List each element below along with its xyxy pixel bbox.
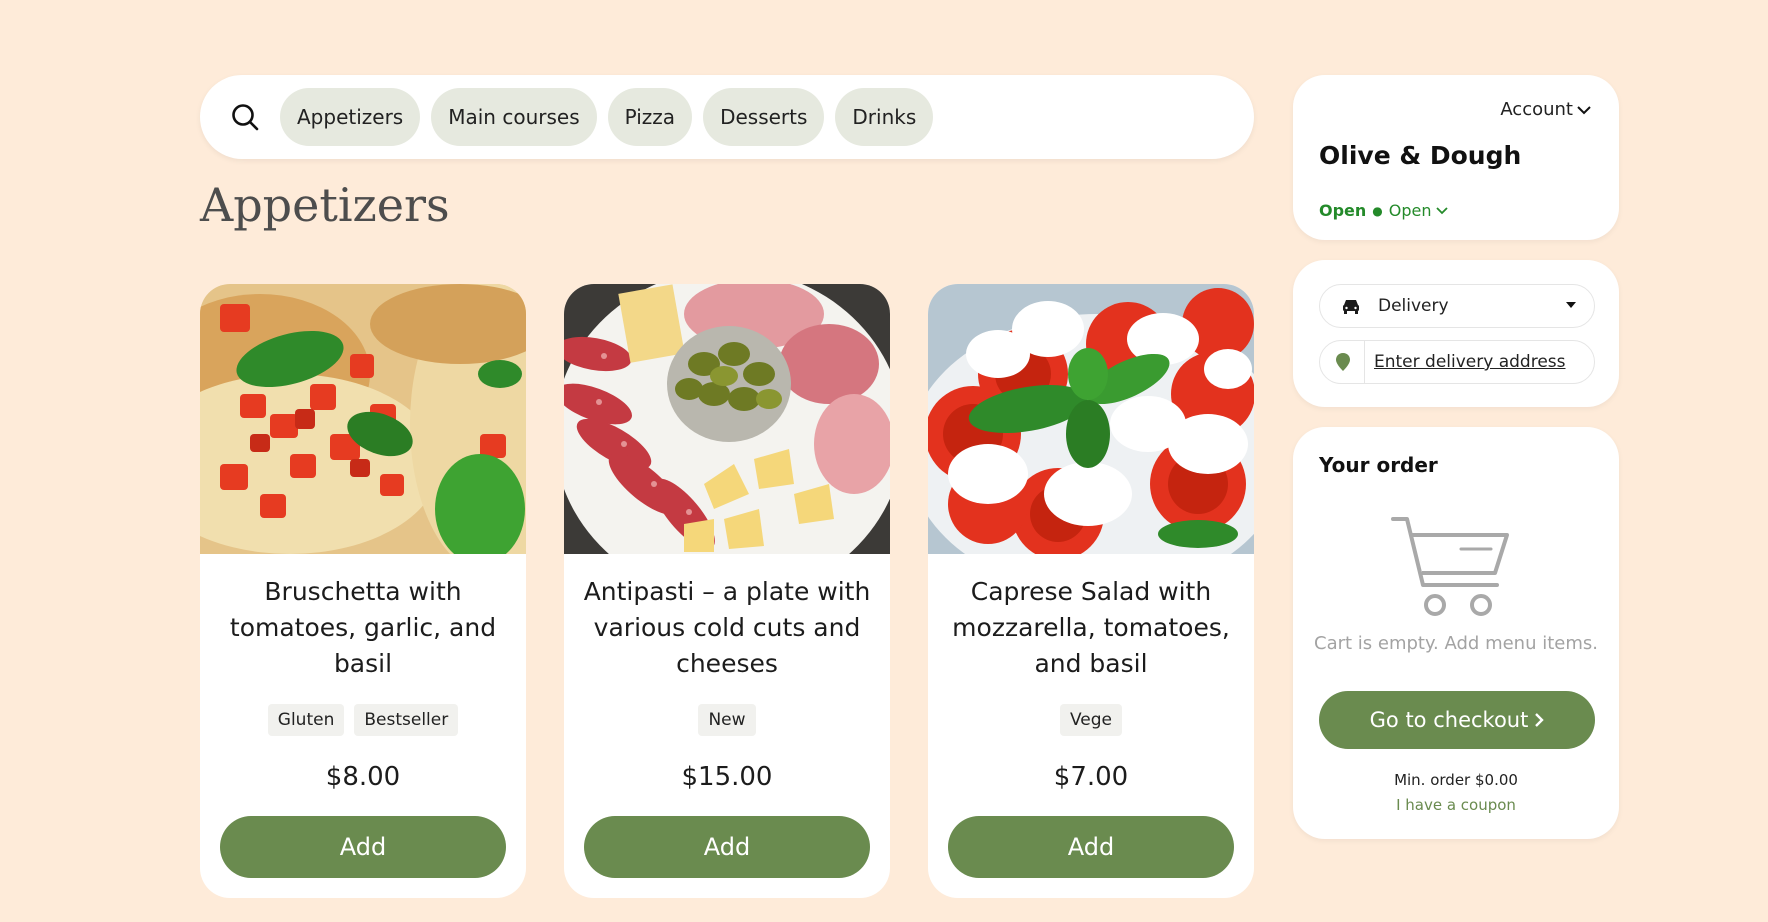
tag-badge: Gluten [267,704,345,736]
status-select[interactable]: Open [1389,201,1448,220]
restaurant-panel: Account Olive & Dough Open ● Open [1293,75,1619,240]
field-divider [1364,341,1365,383]
tag-badge: Bestseller [354,704,459,736]
delivery-mode-select[interactable]: Delivery [1319,284,1595,328]
shopping-cart-icon [1391,517,1509,616]
status-badge: Open [1319,201,1367,220]
checkout-button[interactable]: Go to checkout [1319,691,1595,749]
add-to-cart-button[interactable]: Add [584,816,870,878]
menu-item-price: $7.00 [1053,762,1129,792]
delivery-address-field[interactable]: Enter delivery address [1319,340,1595,384]
caprese-salad-image [928,284,1254,554]
menu-item-price: $15.00 [681,762,773,792]
order-title: Your order [1319,453,1438,477]
checkout-label: Go to checkout [1369,708,1529,732]
opening-status: Open ● Open [1319,201,1448,220]
menu-item-card: Antipasti – a plate with various cold cu… [564,284,890,898]
category-bar: Appetizers Main courses Pizza Desserts D… [200,75,1254,159]
menu-item-name: Caprese Salad with mozzarella, tomatoes,… [952,577,1230,678]
restaurant-name: Olive & Dough [1319,141,1522,170]
menu-item-price: $8.00 [325,762,401,792]
delivery-address-placeholder: Enter delivery address [1374,352,1566,372]
account-menu[interactable]: Account [1500,99,1591,120]
tag-badge: Vege [1059,704,1123,736]
category-chip-drinks[interactable]: Drinks [835,88,934,146]
order-panel: Your order Cart is empty. Add menu items… [1293,427,1619,839]
menu-item-name: Bruschetta with tomatoes, garlic, and ba… [229,577,497,678]
add-to-cart-button[interactable]: Add [948,816,1234,878]
empty-cart-message: Cart is empty. Add menu items. [1314,633,1598,654]
min-order-text: Min. order $0.00 [1394,771,1518,789]
category-chip-appetizers[interactable]: Appetizers [280,88,421,146]
tag-badge: New [698,704,756,736]
caret-down-icon [1566,302,1576,308]
tag-list: Gluten Bestseller [200,704,526,736]
search-icon[interactable] [230,102,260,132]
delivery-panel: Delivery Enter delivery address [1293,260,1619,407]
delivery-mode-label: Delivery [1378,296,1449,316]
menu-item-name: Antipasti – a plate with various cold cu… [583,577,871,678]
account-label: Account [1500,99,1573,120]
category-chip-main-courses[interactable]: Main courses [431,88,597,146]
car-icon [1343,300,1359,314]
add-to-cart-button[interactable]: Add [220,816,506,878]
coupon-link[interactable]: I have a coupon [1293,796,1619,814]
menu-item-card: Bruschetta with tomatoes, garlic, and ba… [200,284,526,898]
location-pin-icon [1336,353,1350,371]
status-dot: ● [1372,203,1383,218]
category-chip-desserts[interactable]: Desserts [703,88,825,146]
bruschetta-image [200,284,526,554]
antipasti-image [564,284,890,554]
menu-item-card: Caprese Salad with mozzarella, tomatoes,… [928,284,1254,898]
chevron-down-icon [1435,207,1448,215]
category-chip-pizza[interactable]: Pizza [607,88,693,146]
status-select-label: Open [1388,201,1432,220]
chevron-right-icon [1535,713,1545,727]
tag-list: New [564,704,890,736]
section-title: Appetizers [200,178,450,232]
chevron-down-icon [1577,105,1591,114]
tag-list: Vege [928,704,1254,736]
